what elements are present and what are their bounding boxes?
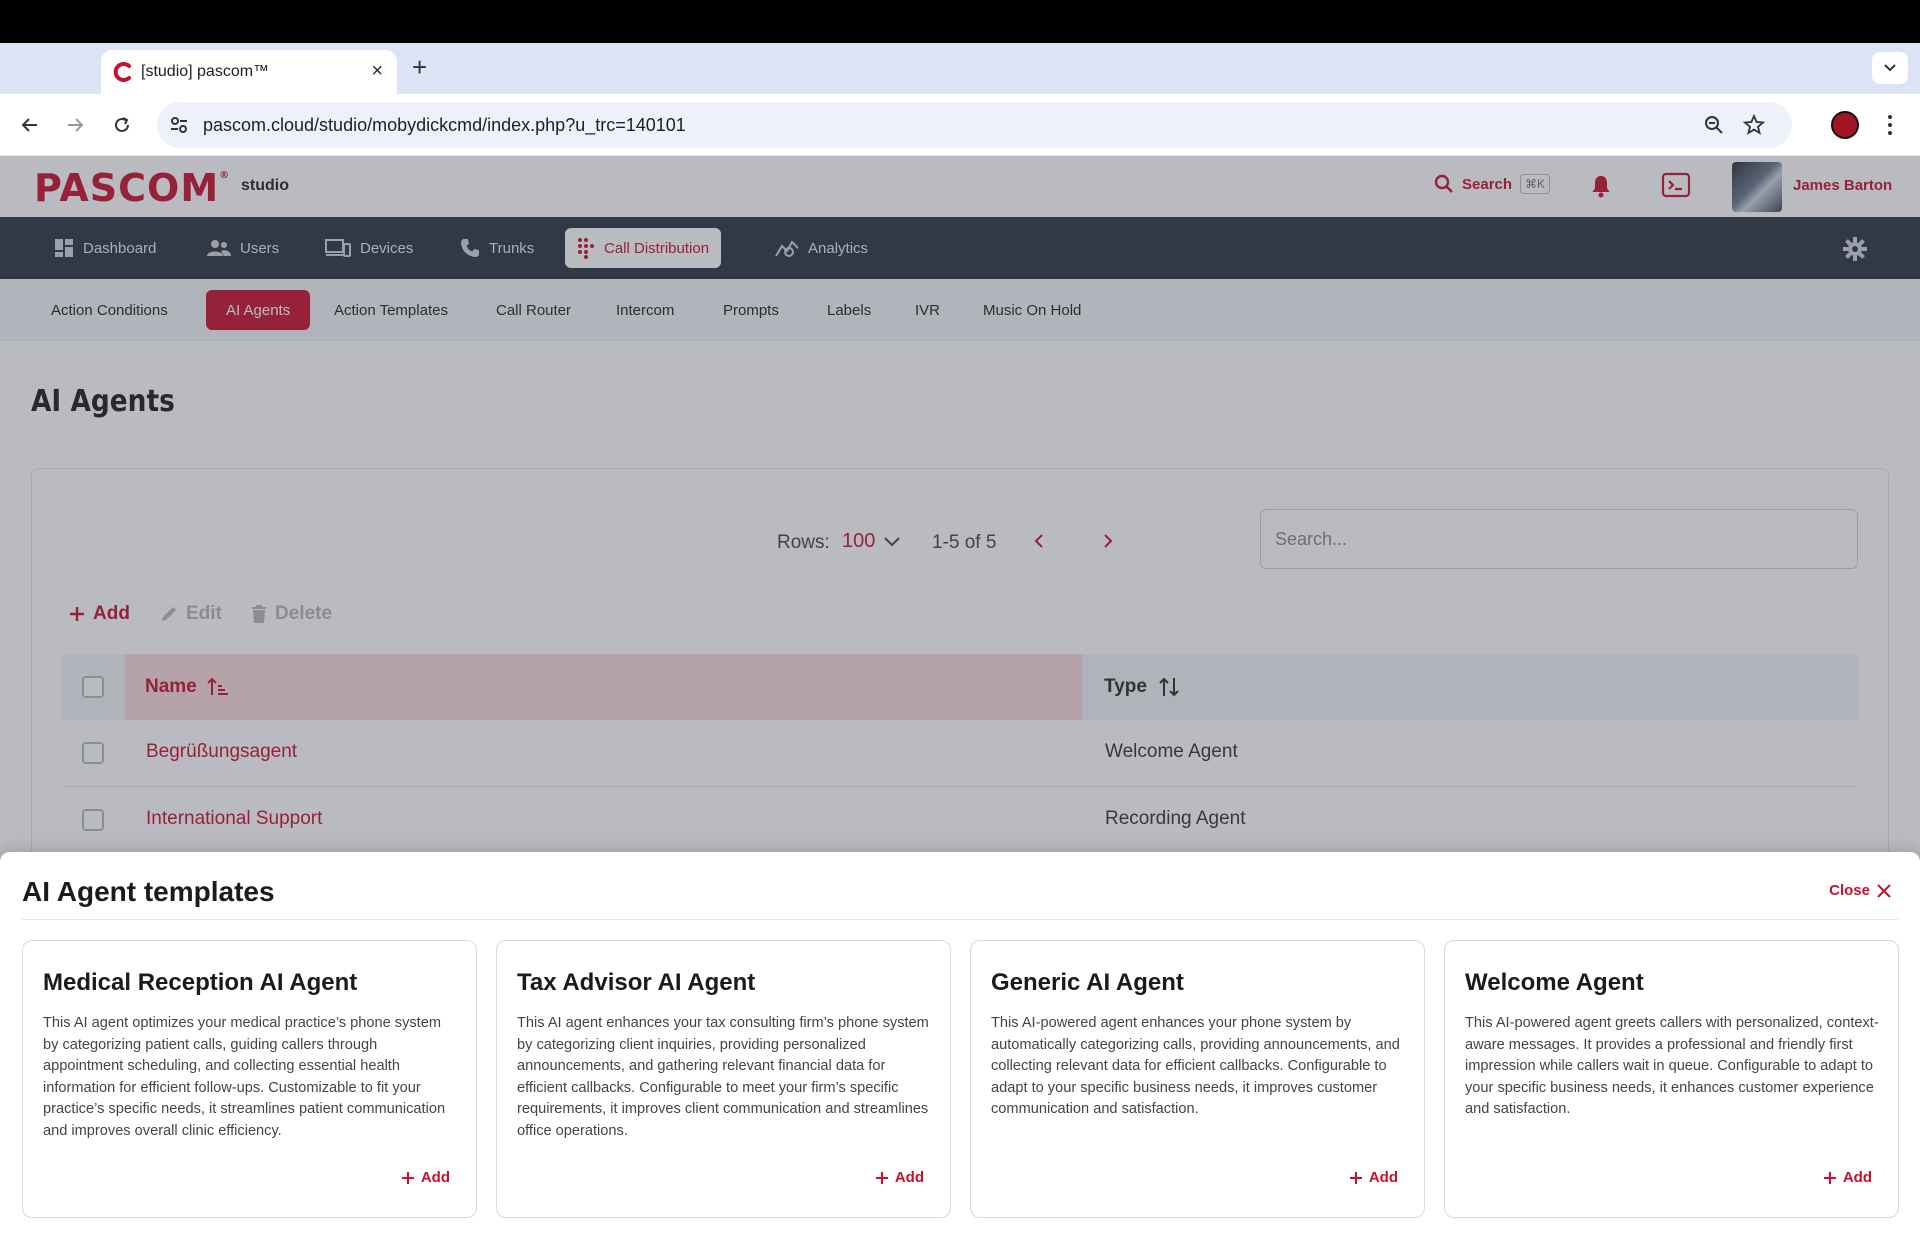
template-card-generic[interactable]: Generic AI Agent This AI-powered agent e… (970, 940, 1425, 1218)
template-add-button[interactable]: Add (401, 1169, 450, 1186)
sheet-divider (22, 919, 1898, 920)
template-title: Welcome Agent (1465, 969, 1644, 996)
close-button[interactable]: Close (1829, 882, 1892, 899)
template-add-button[interactable]: Add (1823, 1169, 1872, 1186)
template-description: This AI agent enhances your tax consulti… (517, 1015, 929, 1139)
back-button[interactable] (13, 108, 47, 142)
template-card-welcome[interactable]: Welcome Agent This AI-powered agent gree… (1444, 940, 1899, 1218)
close-icon (1877, 883, 1891, 898)
template-title: Generic AI Agent (991, 969, 1184, 996)
reload-icon (115, 117, 129, 132)
reload-button[interactable] (105, 108, 139, 142)
zoom-icon[interactable] (1702, 113, 1726, 137)
tab-title: [studio] pascom™ (141, 63, 270, 80)
new-tab-icon[interactable]: + (412, 52, 427, 82)
template-title: Tax Advisor AI Agent (517, 969, 756, 996)
template-description: This AI agent optimizes your medical pra… (43, 1015, 446, 1139)
sheet-title: AI Agent templates (22, 876, 275, 907)
tab-list-button[interactable] (1872, 52, 1908, 84)
browser-profile-avatar[interactable] (1831, 111, 1859, 139)
template-add-button[interactable]: Add (875, 1169, 924, 1186)
browser-toolbar: pascom.cloud/studio/mobydickcmd/index.ph… (0, 94, 1920, 156)
address-bar[interactable]: pascom.cloud/studio/mobydickcmd/index.ph… (157, 102, 1792, 148)
browser-menu-icon[interactable] (1880, 110, 1900, 140)
plus-icon (875, 1171, 888, 1184)
arrow-left-icon (21, 118, 37, 132)
pascom-favicon-icon (113, 62, 131, 82)
url-text[interactable]: pascom.cloud/studio/mobydickcmd/index.ph… (203, 115, 686, 136)
templates-sheet: AI Agent templates Close Medical Recepti… (0, 852, 1920, 1241)
template-description: This AI-powered agent greets callers wit… (1465, 1015, 1879, 1117)
site-settings-icon[interactable] (167, 113, 191, 137)
plus-icon (1349, 1171, 1362, 1184)
tab-close-icon[interactable]: × (371, 60, 383, 82)
template-card-medical-reception[interactable]: Medical Reception AI Agent This AI agent… (22, 940, 477, 1218)
template-description: This AI-powered agent enhances your phon… (991, 1015, 1400, 1117)
screen-top-bar (0, 0, 1920, 43)
browser-tab-strip: [studio] pascom™ × + (0, 43, 1920, 119)
arrow-right-icon (68, 118, 84, 132)
template-card-tax-advisor[interactable]: Tax Advisor AI Agent This AI agent enhan… (496, 940, 951, 1218)
browser-tab[interactable]: [studio] pascom™ × (101, 50, 397, 94)
forward-button[interactable] (58, 108, 92, 142)
plus-icon (401, 1171, 414, 1184)
template-add-button[interactable]: Add (1349, 1169, 1398, 1186)
template-title: Medical Reception AI Agent (43, 969, 358, 996)
bookmark-star-icon[interactable] (1742, 113, 1766, 137)
plus-icon (1823, 1171, 1836, 1184)
chevron-down-icon (1884, 64, 1896, 72)
